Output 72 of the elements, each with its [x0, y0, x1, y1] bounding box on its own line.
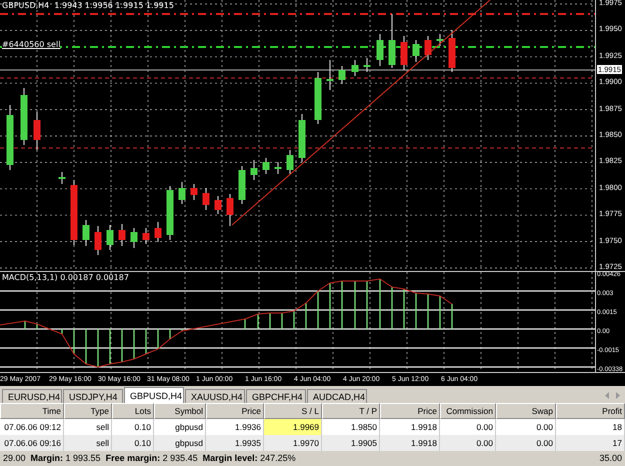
chart-tab[interactable]: EURUSD,H4 — [2, 389, 62, 403]
table-cell: 0.00 — [496, 435, 556, 451]
candle — [118, 224, 126, 246]
candle — [70, 180, 78, 246]
column-header[interactable]: Commission — [440, 403, 496, 419]
chart-header: GBPUSD,H4 1.9943 1.9956 1.9915 1.9915 — [2, 1, 174, 10]
total-profit: 35.00 — [599, 452, 622, 465]
order-label: #6440560 sell — [2, 40, 60, 49]
table-cell: 0.10 — [112, 435, 154, 451]
column-header[interactable]: Symbol — [154, 403, 206, 419]
candle — [286, 150, 294, 174]
candle — [190, 184, 198, 200]
candle — [448, 30, 456, 72]
chart-tab[interactable]: GBPCHF,H4 — [246, 389, 306, 403]
column-header[interactable]: Profit — [556, 403, 625, 419]
candle — [58, 172, 66, 184]
candle — [142, 228, 150, 244]
table-cell: sell — [64, 435, 112, 451]
table-cell: 1.9970 — [264, 435, 322, 451]
candle — [274, 162, 282, 174]
candle — [94, 226, 102, 256]
table-cell: 1.9935 — [206, 435, 264, 451]
candle — [106, 224, 114, 250]
table-cell: 07.06.06 09:16 — [0, 435, 64, 451]
candle — [298, 114, 306, 162]
candle — [424, 36, 432, 60]
candle — [338, 66, 346, 84]
chart-tab[interactable]: XAUUSD,H4 — [185, 389, 245, 403]
chart-tab[interactable]: GBPUSD,H4 — [124, 387, 184, 403]
table-cell: 1.9905 — [322, 435, 380, 451]
candle — [238, 166, 246, 204]
candle — [20, 88, 28, 146]
column-header[interactable]: Lots — [112, 403, 154, 419]
column-header[interactable]: S / L — [264, 403, 322, 419]
table-cell: 0.00 — [440, 435, 496, 451]
candle — [166, 186, 174, 240]
chart-tab[interactable]: USDJPY,H4 — [63, 389, 123, 403]
column-header[interactable]: Time — [0, 403, 64, 419]
table-cell: gbpusd — [154, 435, 206, 451]
candle — [436, 34, 444, 46]
candle — [178, 182, 186, 204]
candle — [412, 40, 420, 62]
candle — [314, 72, 322, 124]
candle — [400, 36, 408, 70]
candle — [388, 14, 396, 68]
candle — [226, 194, 234, 226]
table-cell: 17 — [556, 435, 625, 451]
candle — [214, 196, 222, 214]
column-header[interactable]: Swap — [496, 403, 556, 419]
account-summary: 29.00 Margin: 1 993.55 Free margin: 2 935.45 Margin level: 247.25% — [3, 452, 296, 465]
candle — [376, 34, 384, 66]
candle — [352, 60, 358, 76]
table-cell: 1.9918 — [380, 435, 440, 451]
scroll-right-icon[interactable] — [615, 392, 621, 399]
candle — [34, 112, 40, 150]
scroll-left-icon[interactable] — [604, 392, 610, 399]
candle — [154, 222, 162, 242]
candle — [202, 188, 210, 210]
column-header[interactable]: Type — [64, 403, 112, 419]
column-header[interactable]: T / P — [322, 403, 380, 419]
candle — [6, 104, 14, 170]
indicator-title: MACD(5,13,1) 0.00187 0.00187 — [2, 273, 129, 282]
candle — [364, 58, 370, 72]
column-header[interactable]: Price — [206, 403, 264, 419]
chart-tab[interactable]: AUDCAD,H4 — [307, 389, 367, 403]
table-cell: 1.9969 — [264, 419, 322, 435]
candle — [250, 160, 258, 180]
column-header[interactable]: Price — [380, 403, 440, 419]
candle — [262, 158, 270, 174]
candle — [130, 228, 138, 248]
candle — [326, 60, 334, 90]
candle — [82, 220, 90, 246]
